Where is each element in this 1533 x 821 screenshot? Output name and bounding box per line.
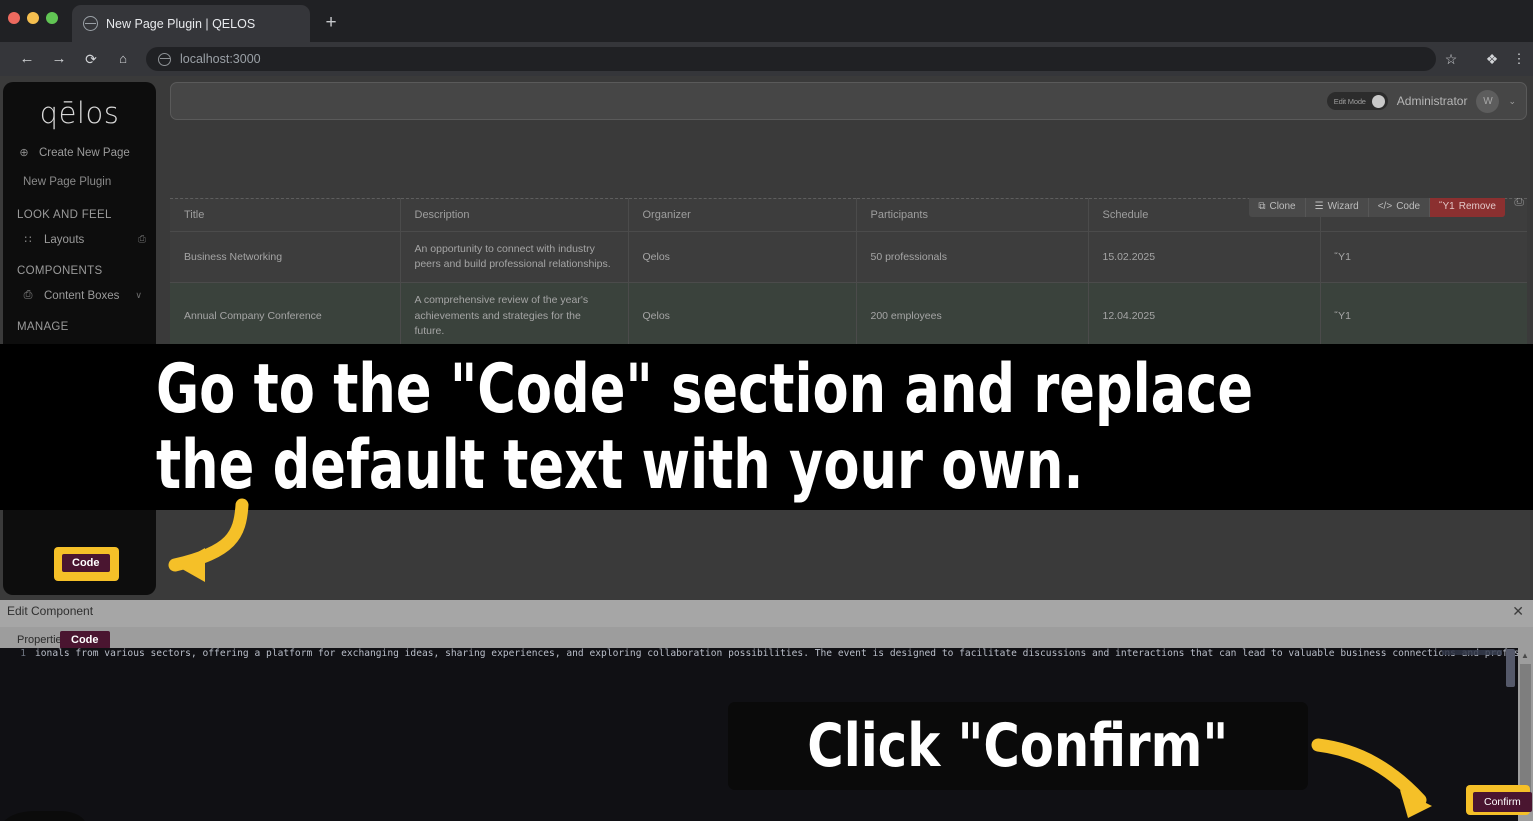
grid-icon: ∷ xyxy=(24,234,32,246)
edit-component-title: Edit Component xyxy=(7,604,94,618)
app-logo: qēlos xyxy=(39,96,120,130)
minimize-window-button[interactable] xyxy=(27,12,39,24)
address-bar-url: localhost:3000 xyxy=(180,52,261,66)
trash-icon: Ὕ1 xyxy=(1439,200,1455,212)
sidebar-section-look-and-feel: LOOK AND FEEL xyxy=(17,209,112,221)
bookmark-star-icon[interactable]: ☆ xyxy=(1440,48,1462,70)
code-line-text: ionals from various sectors, offering a … xyxy=(35,648,1518,659)
wizard-button[interactable]: ☰ Wizard xyxy=(1306,198,1369,217)
column-header-organizer[interactable]: Organizer xyxy=(628,198,857,232)
chevron-down-icon[interactable]: ∨ xyxy=(135,290,142,301)
table-row[interactable]: Annual Company Conference A comprehensiv… xyxy=(170,282,1527,351)
cell-schedule: 15.02.2025 xyxy=(1088,231,1321,284)
cell-organizer: Qelos xyxy=(628,231,857,284)
plus-circle-icon: ⊕ xyxy=(19,147,29,159)
browser-tab[interactable]: New Page Plugin | QELOS xyxy=(72,5,310,42)
close-icon[interactable]: ✕ xyxy=(1512,603,1524,620)
cell-description: A comprehensive review of the year's ach… xyxy=(400,282,629,351)
clone-label: Clone xyxy=(1269,200,1296,212)
edit-mode-toggle[interactable]: Edit Mode xyxy=(1326,92,1388,110)
column-header-title[interactable]: Title xyxy=(170,198,401,232)
cell-title: Annual Company Conference xyxy=(170,282,401,351)
code-line: 1 ionals from various sectors, offering … xyxy=(0,648,1518,665)
column-header-participants[interactable]: Participants xyxy=(856,198,1089,232)
sidebar-item-label: Content Boxes xyxy=(44,289,120,302)
globe-icon xyxy=(83,16,98,31)
code-label: Code xyxy=(1396,200,1421,212)
sidebar-section-components: COMPONENTS xyxy=(17,265,103,277)
scroll-up-icon[interactable]: ▲ xyxy=(1521,651,1529,660)
user-menu-chevron-icon[interactable]: ⌄ xyxy=(1508,96,1516,107)
cell-description: An opportunity to connect with industry … xyxy=(400,231,629,284)
code-tab-highlight-label[interactable]: Code xyxy=(62,554,110,572)
home-icon[interactable]: ⌂ xyxy=(113,49,133,69)
pin-icon[interactable]: ⎙ xyxy=(138,234,146,245)
confirm-callout-overlay: Click "Confirm" xyxy=(728,702,1308,790)
sidebar-item-create-new-page[interactable]: ⊕ Create New Page xyxy=(3,138,156,167)
table-row[interactable]: Business Networking An opportunity to co… xyxy=(170,231,1527,284)
sidebar-item-label: Create New Page xyxy=(39,146,130,159)
component-toolbar: ⧉ Clone ☰ Wizard </> Code Ὕ1 Remove xyxy=(1249,198,1505,217)
user-name: Administrator xyxy=(1396,94,1468,108)
cell-schedule: 12.04.2025 xyxy=(1088,282,1321,351)
instruction-line-2: the default text with your own. xyxy=(156,426,1084,505)
toggle-knob xyxy=(1371,94,1385,108)
browser-tab-title: New Page Plugin | QELOS xyxy=(106,16,256,31)
tab-code[interactable]: Code xyxy=(60,631,110,649)
confirm-button[interactable]: Confirm xyxy=(1473,792,1532,812)
sidebar-item-label: Layouts xyxy=(44,233,85,246)
code-vertical-scrollbar[interactable] xyxy=(1506,649,1515,687)
scroll-thumb[interactable] xyxy=(1520,664,1531,804)
maximize-window-button[interactable] xyxy=(46,12,58,24)
close-window-button[interactable] xyxy=(8,12,20,24)
remove-button[interactable]: Ὕ1 Remove xyxy=(1430,198,1505,217)
wizard-label: Wizard xyxy=(1327,200,1359,212)
wizard-icon: ☰ xyxy=(1314,200,1324,212)
browser-toolbar: ← → ⟳ ⌂ localhost:3000 ☆ ❖ ⋮ xyxy=(0,42,1533,76)
cell-organizer: Qelos xyxy=(628,282,857,351)
pin-icon[interactable]: ⎙ xyxy=(1514,198,1524,209)
instruction-overlay: Go to the "Code" section and replace the… xyxy=(0,344,1533,510)
screenshot-root: New Page Plugin | QELOS + ← → ⟳ ⌂ localh… xyxy=(0,0,1533,821)
clone-icon: ⧉ xyxy=(1258,200,1266,212)
address-bar[interactable]: localhost:3000 xyxy=(146,47,1436,71)
sidebar: qēlos ⊕ Create New Page New Page Plugin … xyxy=(3,82,156,595)
window-traffic-lights xyxy=(8,12,58,24)
sidebar-item-new-page-plugin[interactable]: New Page Plugin xyxy=(3,167,156,197)
code-brackets-icon: </> xyxy=(1377,200,1393,212)
confirm-callout-text: Click "Confirm" xyxy=(807,711,1229,781)
cell-participants: 50 professionals xyxy=(856,231,1089,284)
clone-button[interactable]: ⧉ Clone xyxy=(1249,198,1306,217)
reload-icon[interactable]: ⟳ xyxy=(81,49,101,69)
browser-menu-icon[interactable]: ⋮ xyxy=(1508,48,1530,70)
remove-label: Remove xyxy=(1458,200,1496,212)
column-header-description[interactable]: Description xyxy=(400,198,629,232)
cell-participants: 200 employees xyxy=(856,282,1089,351)
browser-tab-strip: New Page Plugin | QELOS + xyxy=(0,0,1533,42)
sidebar-item-content-boxes[interactable]: ⎙ Content Boxes ∨ xyxy=(3,282,156,309)
edit-mode-label: Edit Mode xyxy=(1333,96,1366,106)
row-delete-icon[interactable]: Ὕ1 xyxy=(1320,282,1527,351)
new-tab-button[interactable]: + xyxy=(318,10,344,36)
avatar[interactable]: W xyxy=(1476,89,1500,113)
row-delete-icon[interactable]: Ὕ1 xyxy=(1320,231,1527,284)
site-globe-icon xyxy=(158,52,171,66)
extensions-puzzle-icon[interactable]: ❖ xyxy=(1481,48,1503,70)
app-top-bar: Edit Mode Administrator W ⌄ xyxy=(170,82,1527,120)
sidebar-item-layouts[interactable]: ∷ Layouts ⎙ xyxy=(3,226,156,253)
forward-icon[interactable]: → xyxy=(49,49,69,69)
instruction-line-1: Go to the "Code" section and replace xyxy=(156,350,1254,429)
cell-title: Business Networking xyxy=(170,231,401,284)
back-icon[interactable]: ← xyxy=(17,49,37,69)
code-button[interactable]: </> Code xyxy=(1369,198,1431,217)
code-line-number: 1 xyxy=(20,648,26,659)
code-minimap[interactable] xyxy=(1442,650,1502,655)
box-icon: ⎙ xyxy=(23,289,33,301)
sidebar-section-manage: MANAGE xyxy=(17,321,69,333)
